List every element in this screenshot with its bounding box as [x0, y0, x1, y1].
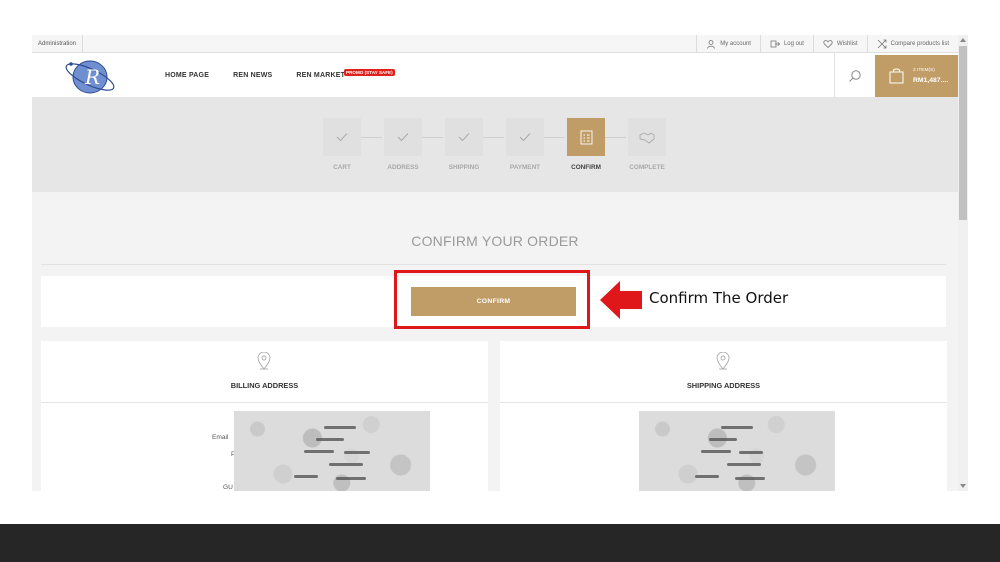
logout-label: Log out: [783, 41, 804, 47]
step-shipping[interactable]: SHIPPING: [444, 118, 484, 171]
cart-total: RM1,487....: [913, 77, 949, 84]
title-divider: [41, 264, 946, 265]
wishlist-label: Wishlist: [836, 41, 858, 47]
billing-address-card: BILLING ADDRESS Email P GU: [41, 341, 488, 491]
compare-products-label: Compare products list: [890, 41, 949, 47]
promo-badge: PROMO (STAY SAFE): [344, 69, 395, 76]
step-confirm: CONFIRM: [566, 118, 606, 171]
checkout-steps: CART ADDRESS SHIPPING PAYMENT CONFIRM CO…: [32, 98, 958, 192]
main-nav: HOME PAGE REN NEWS REN MARKET: [165, 53, 345, 98]
card-divider: [500, 402, 947, 403]
cart-item-count: 2 ITEM(S): [913, 68, 935, 73]
redacted-address-image: [234, 411, 430, 491]
screenshot-stage: Administration My account Log out Wishli…: [0, 0, 1000, 562]
vertical-scrollbar[interactable]: [958, 35, 968, 491]
store-logo[interactable]: R: [64, 56, 120, 96]
logout-icon: [770, 40, 780, 48]
checkmark-icon: [519, 133, 531, 142]
redacted-address-image: [639, 411, 835, 491]
browser-viewport: Administration My account Log out Wishli…: [32, 35, 968, 491]
cart-button[interactable]: 2 ITEM(S) RM1,487....: [875, 55, 958, 97]
step-connector: [420, 137, 443, 138]
card-divider: [41, 402, 488, 403]
heart-icon: [823, 40, 833, 49]
scroll-up-arrow-icon[interactable]: [960, 38, 966, 42]
step-cart[interactable]: CART: [322, 118, 362, 171]
scrollbar-thumb[interactable]: [959, 46, 967, 220]
location-pin-icon: [716, 352, 730, 370]
checkmark-icon: [458, 133, 470, 142]
step-connector: [542, 137, 565, 138]
utility-bar: Administration My account Log out Wishli…: [32, 35, 958, 53]
step-address[interactable]: ADDRESS: [383, 118, 423, 171]
search-button[interactable]: [834, 53, 875, 98]
utility-links: My account Log out Wishlist Compare prod…: [696, 35, 958, 53]
step-connector: [359, 137, 382, 138]
annotation-text: Confirm The Order: [649, 289, 789, 307]
user-icon: [707, 40, 716, 49]
my-account-label: My account: [720, 41, 751, 47]
administration-link[interactable]: Administration: [32, 35, 84, 53]
step-connector: [603, 137, 626, 138]
svg-text:R: R: [84, 65, 100, 89]
my-account-link[interactable]: My account: [696, 35, 760, 53]
compare-icon: [877, 39, 887, 49]
handshake-icon: [639, 131, 655, 144]
checkmark-icon: [397, 133, 409, 142]
nav-ren-market[interactable]: REN MARKET: [296, 72, 345, 79]
wishlist-link[interactable]: Wishlist: [812, 35, 867, 53]
step-label: COMPLETE: [629, 164, 665, 171]
shipping-address-title: SHIPPING ADDRESS: [686, 381, 761, 390]
annotation-arrow-icon: [600, 281, 642, 319]
step-connector: [481, 137, 504, 138]
shipping-address-card: SHIPPING ADDRESS: [500, 341, 947, 491]
location-pin-icon: [257, 352, 271, 370]
compare-products-link[interactable]: Compare products list: [866, 35, 958, 53]
step-payment[interactable]: PAYMENT: [505, 118, 545, 171]
annotation-highlight-box: [394, 270, 590, 329]
site-header: R HOME PAGE REN NEWS REN MARKET PROMO (S…: [32, 53, 958, 98]
nav-ren-news[interactable]: REN NEWS: [233, 72, 272, 79]
shopping-bag-icon: [889, 68, 904, 84]
billing-address-title: BILLING ADDRESS: [230, 381, 299, 390]
logout-link[interactable]: Log out: [759, 35, 813, 53]
checkmark-icon: [336, 133, 348, 142]
page-title: CONFIRM YOUR ORDER: [411, 233, 579, 249]
order-list-icon: [580, 130, 592, 144]
step-complete: COMPLETE: [627, 118, 667, 171]
scroll-down-arrow-icon[interactable]: [960, 484, 966, 488]
nav-home-page[interactable]: HOME PAGE: [165, 72, 209, 79]
bottom-band: [0, 524, 1000, 562]
search-icon: [849, 69, 861, 82]
field-label: Email: [212, 434, 229, 441]
field-label: GU: [223, 484, 233, 491]
